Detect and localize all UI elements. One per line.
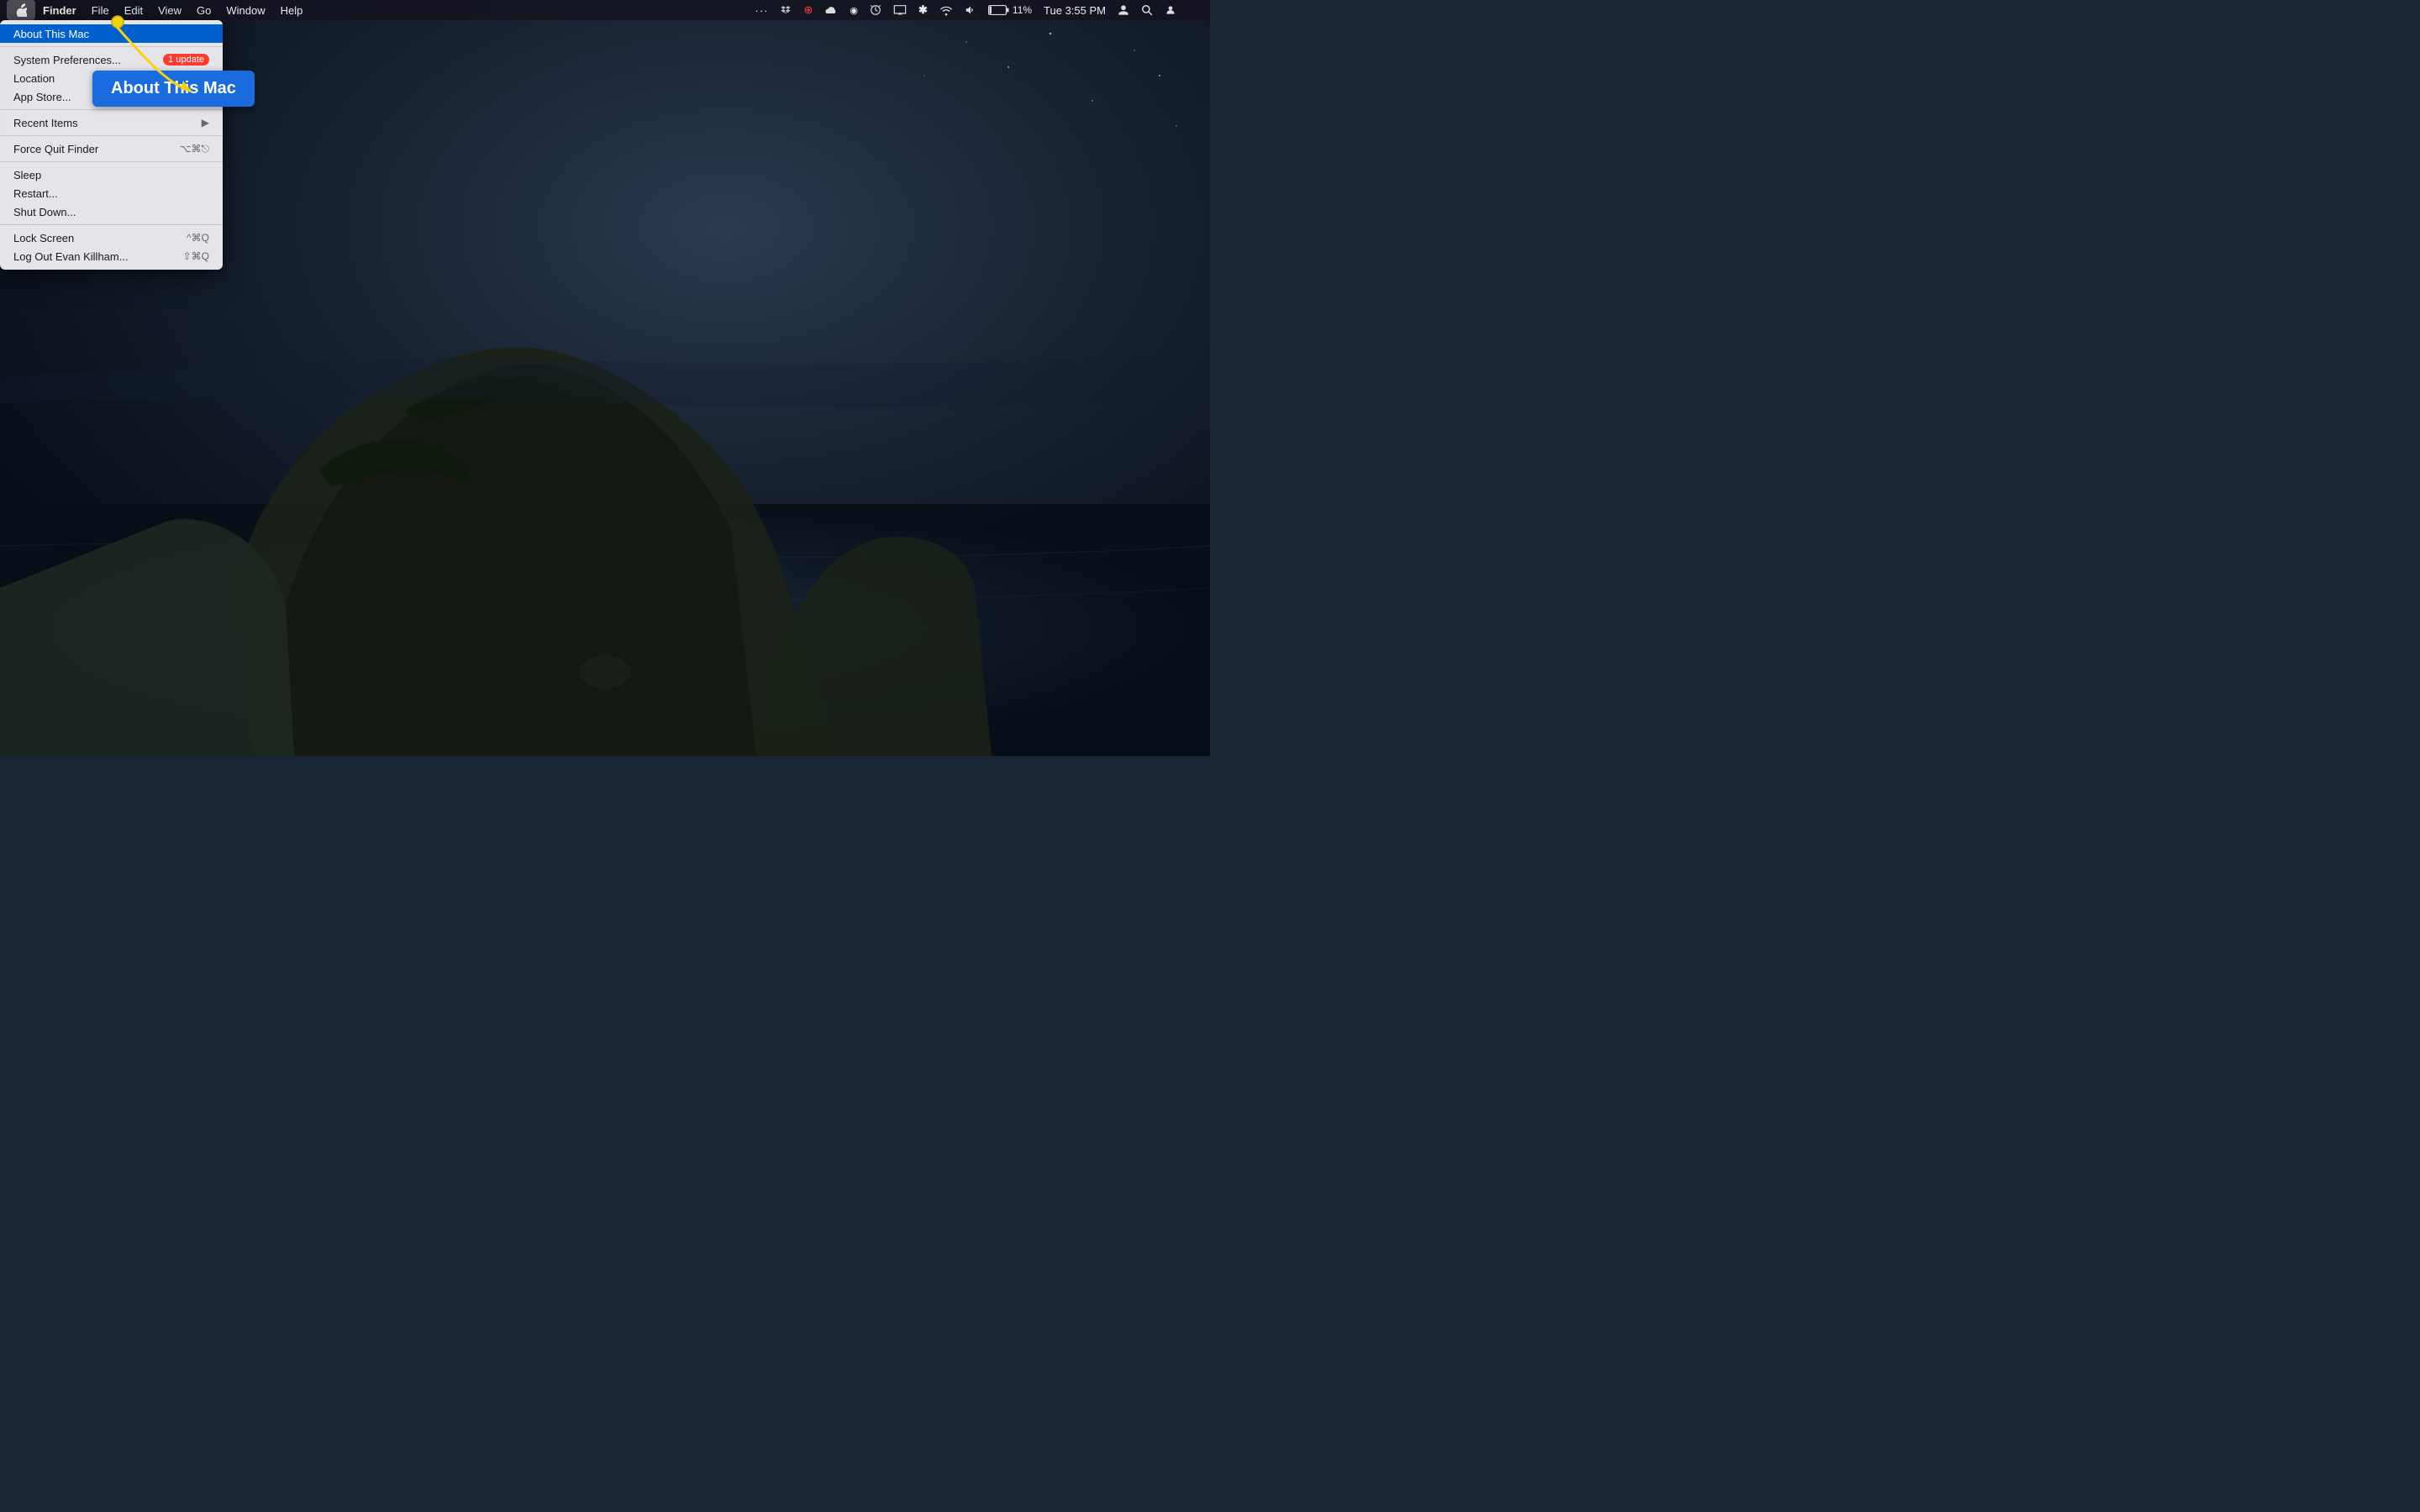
menu-item-restart[interactable]: Restart... xyxy=(0,184,223,202)
menubar-dropbox[interactable] xyxy=(776,4,795,16)
menu-separator-3 xyxy=(0,135,223,136)
menubar-datetime[interactable]: Tue 3:55 PM xyxy=(1040,4,1109,17)
menubar: Finder File Edit View Go Window Help ···… xyxy=(0,0,1210,20)
sysprefs-badge: 1 update xyxy=(163,54,209,66)
menu-item-logout[interactable]: Log Out Evan Killham... ⇧⌘Q xyxy=(0,247,223,265)
menubar-file[interactable]: File xyxy=(84,0,117,20)
menubar-battery[interactable]: 11% xyxy=(985,4,1035,16)
menu-item-sleep-label: Sleep xyxy=(13,169,41,181)
menu-item-forcequit-label: Force Quit Finder xyxy=(13,143,98,155)
menu-item-shutdown[interactable]: Shut Down... xyxy=(0,202,223,221)
menubar-timemachine[interactable] xyxy=(866,4,885,16)
menubar-avast[interactable]: ⊕ xyxy=(800,3,816,17)
forcequit-shortcut: ⌥⌘⎋ xyxy=(180,143,209,155)
menu-separator-5 xyxy=(0,224,223,225)
apple-menu-dropdown: About This Mac System Preferences... 1 u… xyxy=(0,20,223,270)
menu-item-about-label: About This Mac xyxy=(13,28,89,40)
menu-item-forcequit[interactable]: Force Quit Finder ⌥⌘⎋ xyxy=(0,139,223,158)
menubar-go[interactable]: Go xyxy=(189,0,218,20)
lockscreen-shortcut: ^⌘Q xyxy=(187,232,209,244)
annotation-box: About This Mac xyxy=(92,71,255,107)
menu-item-shutdown-label: Shut Down... xyxy=(13,206,76,218)
menu-item-logout-label: Log Out Evan Killham... xyxy=(13,250,129,263)
menubar-icloud[interactable] xyxy=(821,5,841,15)
menu-item-restart-label: Restart... xyxy=(13,187,58,200)
menu-item-about[interactable]: About This Mac xyxy=(0,24,223,43)
annotation-label: About This Mac xyxy=(111,79,236,97)
menubar-wifi[interactable] xyxy=(936,5,956,16)
menubar-sound[interactable] xyxy=(961,4,980,16)
menubar-edit[interactable]: Edit xyxy=(117,0,150,20)
menubar-left: Finder File Edit View Go Window Help xyxy=(7,0,310,20)
menubar-notifications[interactable] xyxy=(1185,4,1203,16)
recent-arrow: ▶ xyxy=(202,117,209,129)
menu-item-recent-label: Recent Items xyxy=(13,117,78,129)
menu-item-sysprefs-label: System Preferences... xyxy=(13,54,121,66)
menu-separator-4 xyxy=(0,161,223,162)
menu-item-lockscreen[interactable]: Lock Screen ^⌘Q xyxy=(0,228,223,247)
menubar-view[interactable]: View xyxy=(150,0,189,20)
logout-shortcut: ⇧⌘Q xyxy=(183,250,209,262)
menubar-right: ··· ⊕ ◉ ✱ xyxy=(751,3,1203,17)
menu-item-location-label: Location xyxy=(13,72,55,85)
menubar-dots[interactable]: ··· xyxy=(751,4,771,17)
menubar-bluetooth[interactable]: ✱ xyxy=(915,3,931,17)
menubar-finder[interactable]: Finder xyxy=(35,0,84,20)
menubar-siri[interactable] xyxy=(1161,4,1180,16)
menu-item-sleep[interactable]: Sleep xyxy=(0,165,223,184)
menubar-user-icon[interactable] xyxy=(1114,4,1133,16)
menubar-airplay[interactable] xyxy=(890,4,910,16)
menubar-wifi-extra[interactable]: ◉ xyxy=(846,5,861,16)
menu-separator-2 xyxy=(0,109,223,110)
menu-item-lockscreen-label: Lock Screen xyxy=(13,232,74,244)
menu-item-sysprefs[interactable]: System Preferences... 1 update xyxy=(0,50,223,69)
menubar-spotlight[interactable] xyxy=(1138,4,1156,16)
menu-item-recent[interactable]: Recent Items ▶ xyxy=(0,113,223,132)
battery-percent: 11% xyxy=(1013,4,1032,16)
menu-separator-1 xyxy=(0,46,223,47)
menubar-window[interactable]: Window xyxy=(218,0,272,20)
menu-item-appstore-label: App Store... xyxy=(13,91,71,103)
apple-menu-button[interactable] xyxy=(7,0,35,20)
menubar-help[interactable]: Help xyxy=(273,0,311,20)
